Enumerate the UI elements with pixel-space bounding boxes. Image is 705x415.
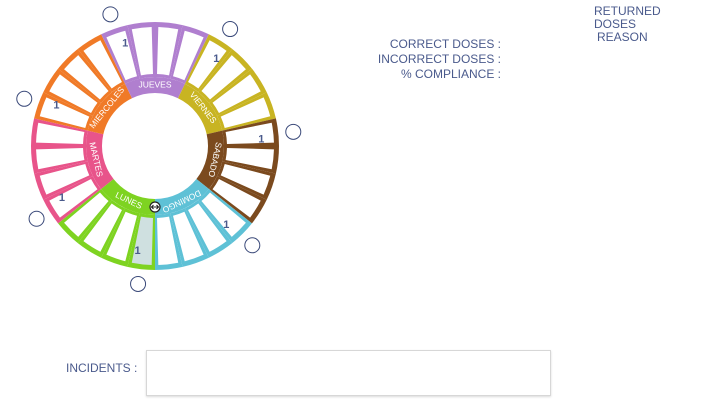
dose-count-miercoles: 1: [53, 100, 59, 112]
current-position-icon: [149, 201, 161, 213]
pin-handle-icon[interactable]: [222, 21, 239, 38]
dose-count-martes: 1: [59, 192, 65, 204]
pin-handle-icon[interactable]: [16, 90, 33, 107]
compliance-label: % COMPLIANCE :: [400, 67, 501, 81]
pin-handle-icon[interactable]: [130, 275, 147, 292]
day-label-jueves: JUEVES: [138, 79, 171, 89]
pin-handle-icon[interactable]: [102, 6, 119, 23]
dose-count-lunes: 1: [134, 245, 140, 257]
incorrect-doses-label: INCORRECT DOSES :: [377, 52, 501, 66]
incidents-label: INCIDENTS :: [66, 361, 138, 375]
dose-count-jueves: 1: [122, 38, 128, 50]
returned-doses-header: RETURNED DOSES REASON: [594, 5, 705, 44]
dose-count-viernes: 1: [213, 53, 219, 65]
pin-handle-icon[interactable]: [244, 237, 261, 254]
pin-handle-icon[interactable]: [285, 123, 302, 140]
dose-wheel: LUNES1MARTES1MIERCOLES1JUEVES1VIERNES1SA…: [16, 6, 302, 292]
incidents-input[interactable]: [146, 350, 551, 396]
pin-handle-icon[interactable]: [28, 210, 45, 227]
returned-reason-label: REASON: [597, 30, 648, 44]
dose-count-sabado: 1: [258, 134, 264, 146]
correct-doses-label: CORRECT DOSES :: [389, 37, 501, 51]
returned-doses-label: RETURNED DOSES: [594, 4, 661, 31]
dose-count-domingo: 1: [223, 219, 229, 231]
